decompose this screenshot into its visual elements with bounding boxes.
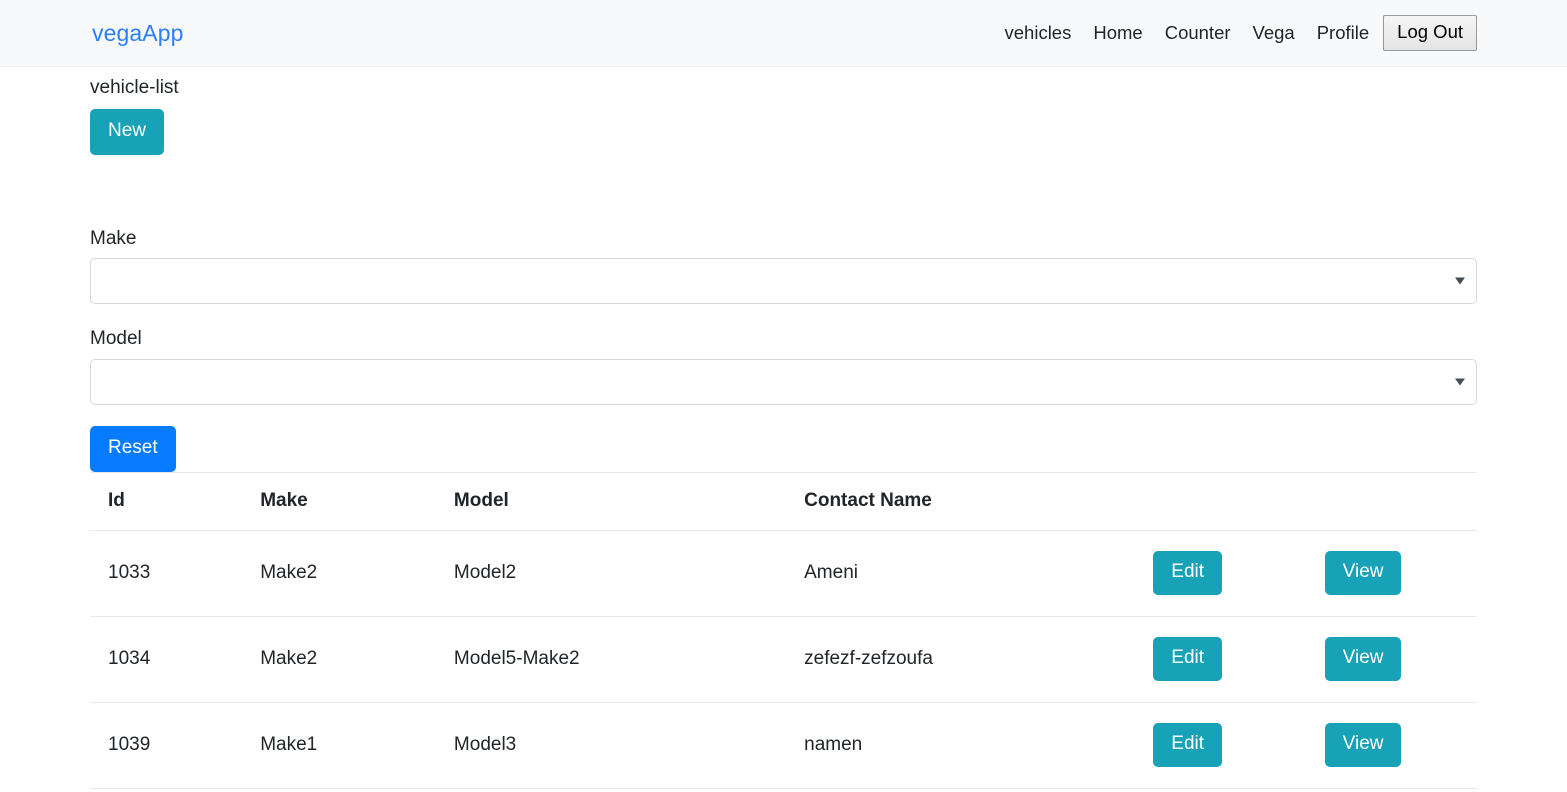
cell-make: Make2 <box>242 616 436 703</box>
cell-edit: Edit <box>1135 530 1307 618</box>
table-body: 1033 Make2 Model2 Ameni Edit View 1034 M… <box>90 530 1477 789</box>
nav-link-profile[interactable]: Profile <box>1306 23 1375 43</box>
table-head: Id Make Model Contact Name <box>90 472 1477 532</box>
cell-view: View <box>1306 702 1477 789</box>
column-header-view <box>1306 472 1477 532</box>
make-label: Make <box>90 227 137 249</box>
cell-id: 1033 <box>90 530 243 618</box>
cell-edit: Edit <box>1135 616 1307 703</box>
cell-model: Model2 <box>435 530 787 618</box>
nav-link-vehicles[interactable]: vehicles <box>994 23 1083 43</box>
column-header-edit <box>1135 472 1307 532</box>
reset-button[interactable]: Reset <box>90 426 176 473</box>
make-select[interactable] <box>90 258 1477 305</box>
column-header-contact[interactable]: Contact Name <box>786 472 1136 532</box>
main-content: vehicle-list New Make Model Reset Id Mak <box>0 77 1567 789</box>
edit-button[interactable]: Edit <box>1153 637 1223 681</box>
column-header-model[interactable]: Model <box>435 472 787 532</box>
cell-contact: namen <box>786 702 1136 789</box>
new-button[interactable]: New <box>90 108 165 155</box>
view-button[interactable]: View <box>1324 637 1402 681</box>
table-row: 1033 Make2 Model2 Ameni Edit View <box>90 530 1477 618</box>
model-select-wrap <box>90 359 1477 406</box>
column-header-id[interactable]: Id <box>90 472 243 532</box>
table-header-row: Id Make Model Contact Name <box>90 472 1477 532</box>
cell-contact: Ameni <box>786 530 1136 618</box>
nav-link-counter[interactable]: Counter <box>1154 23 1242 43</box>
cell-make: Make1 <box>242 702 436 789</box>
navbar: vegaApp vehicles Home Counter Vega Profi… <box>0 0 1567 67</box>
cell-view: View <box>1306 616 1477 703</box>
nav-link-vega[interactable]: Vega <box>1242 23 1306 43</box>
edit-button[interactable]: Edit <box>1153 722 1223 767</box>
cell-model: Model3 <box>435 702 787 789</box>
view-button[interactable]: View <box>1324 722 1402 767</box>
model-label: Model <box>90 328 142 350</box>
edit-button[interactable]: Edit <box>1153 551 1223 596</box>
make-select-wrap <box>90 258 1477 305</box>
cell-view: View <box>1306 530 1477 618</box>
cell-id: 1039 <box>90 702 243 789</box>
make-filter-group: Make <box>90 228 1477 305</box>
model-select[interactable] <box>90 359 1477 406</box>
reset-row: Reset <box>90 426 1477 473</box>
cell-edit: Edit <box>1135 702 1307 789</box>
column-header-make[interactable]: Make <box>242 472 436 532</box>
logout-button[interactable]: Log Out <box>1383 15 1477 51</box>
model-filter-group: Model <box>90 328 1477 406</box>
nav-link-home[interactable]: Home <box>1082 23 1153 43</box>
cell-make: Make2 <box>242 530 436 618</box>
table-row: 1039 Make1 Model3 namen Edit View <box>90 702 1477 789</box>
cell-model: Model5-Make2 <box>435 616 787 703</box>
cell-contact: zefezf-zefzoufa <box>786 616 1136 703</box>
cell-id: 1034 <box>90 616 243 703</box>
vehicles-table: Id Make Model Contact Name 1033 Make2 Mo… <box>90 472 1477 789</box>
view-button[interactable]: View <box>1324 551 1402 596</box>
table-row: 1034 Make2 Model5-Make2 zefezf-zefzoufa … <box>90 616 1477 703</box>
navbar-brand[interactable]: vegaApp <box>92 21 184 45</box>
page-title: vehicle-list <box>90 77 179 98</box>
navbar-links: vehicles Home Counter Vega Profile Log O… <box>994 15 1477 51</box>
